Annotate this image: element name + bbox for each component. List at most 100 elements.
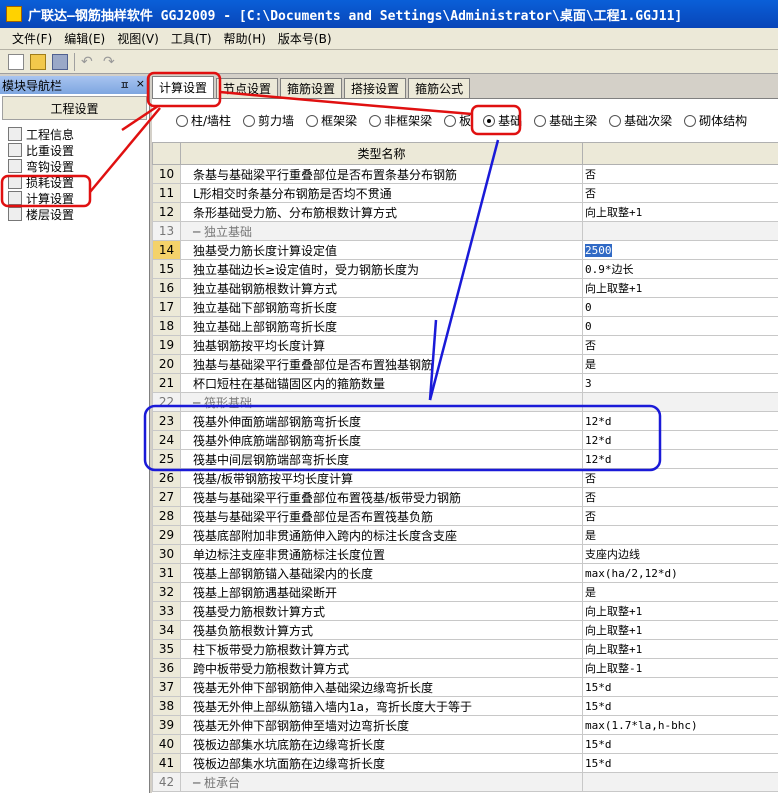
row-value[interactable]: 否: [582, 506, 778, 526]
undo-icon[interactable]: ↶: [81, 54, 97, 70]
row-value[interactable]: 15*d: [582, 753, 778, 773]
row-value[interactable]: 是: [582, 525, 778, 545]
row-value[interactable]: 12*d: [582, 449, 778, 469]
row-value[interactable]: [582, 392, 778, 412]
table-row[interactable]: 34 筏基负筋根数计算方式 向上取整+1: [152, 620, 778, 640]
row-value[interactable]: 12*d: [582, 411, 778, 431]
table-row[interactable]: 37 筏基无外伸下部钢筋伸入基础梁边缘弯折长度 15*d: [152, 677, 778, 697]
nav-item-calc-settings[interactable]: 计算设置: [8, 190, 149, 206]
row-value[interactable]: 15*d: [582, 696, 778, 716]
row-value[interactable]: 否: [582, 335, 778, 355]
table-row[interactable]: 24 筏基外伸底筋端部钢筋弯折长度 12*d: [152, 430, 778, 450]
row-value[interactable]: 12*d: [582, 430, 778, 450]
tab-lap-settings[interactable]: 搭接设置: [344, 78, 407, 98]
table-row[interactable]: 23 筏基外伸面筋端部钢筋弯折长度 12*d: [152, 411, 778, 431]
table-row[interactable]: 14 独基受力筋长度计算设定值 2500: [152, 240, 778, 260]
row-value[interactable]: 向上取整-1: [582, 658, 778, 678]
row-value[interactable]: 向上取整+1: [582, 278, 778, 298]
row-value[interactable]: 向上取整+1: [582, 202, 778, 222]
table-row[interactable]: 21 杯口短柱在基础锚固区内的箍筋数量 3: [152, 373, 778, 393]
radio-masonry[interactable]: 砌体结构: [684, 112, 747, 129]
row-value[interactable]: [582, 221, 778, 241]
table-row[interactable]: 28 筏基与基础梁平行重叠部位是否布置筏基负筋否: [152, 506, 778, 526]
row-value[interactable]: 是: [582, 582, 778, 602]
menu-help[interactable]: 帮助(H): [218, 30, 272, 47]
table-row[interactable]: 35 柱下板带受力筋根数计算方式 向上取整+1: [152, 639, 778, 659]
table-row[interactable]: 25 筏基中间层钢筋端部弯折长度 12*d: [152, 449, 778, 469]
table-row[interactable]: 10 条基与基础梁平行重叠部位是否布置条基分布钢筋否: [152, 164, 778, 184]
menu-edit[interactable]: 编辑(E): [58, 30, 111, 47]
close-icon[interactable]: ×: [136, 77, 145, 93]
table-row[interactable]: 19 独基钢筋按平均长度计算否: [152, 335, 778, 355]
radio-foundation-secondary-beam[interactable]: 基础次梁: [609, 112, 672, 129]
radio-non-frame-beam[interactable]: 非框架梁: [369, 112, 432, 129]
table-row[interactable]: 27 筏基与基础梁平行重叠部位布置筏基/板带受力钢筋否: [152, 487, 778, 507]
redo-icon[interactable]: ↷: [103, 54, 119, 70]
table-row[interactable]: 30 单边标注支座非贯通筋标注长度位置 支座内边线: [152, 544, 778, 564]
radio-frame-beam[interactable]: 框架梁: [306, 112, 357, 129]
table-row[interactable]: 29 筏基底部附加非贯通筋伸入跨内的标注长度含支座是: [152, 525, 778, 545]
table-row[interactable]: 38 筏基无外伸上部纵筋锚入墙内1a，弯折长度大于等于 15*d: [152, 696, 778, 716]
table-row[interactable]: 32 筏基上部钢筋遇基础梁断开是: [152, 582, 778, 602]
row-value[interactable]: max(ha/2,12*d): [582, 563, 778, 583]
row-value[interactable]: 否: [582, 164, 778, 184]
row-value[interactable]: 0: [582, 297, 778, 317]
menu-view[interactable]: 视图(V): [111, 30, 165, 47]
menu-version[interactable]: 版本号(B): [272, 30, 338, 47]
row-value[interactable]: max(1.7*la,h-bhc): [582, 715, 778, 735]
tab-stirrup-formula[interactable]: 箍筋公式: [408, 78, 471, 98]
table-row[interactable]: 12 条形基础受力筋、分布筋根数计算方式 向上取整+1: [152, 202, 778, 222]
table-row[interactable]: 18 独立基础上部钢筋弯折长度 0: [152, 316, 778, 336]
pin-icon[interactable]: ㅍ: [120, 77, 130, 93]
row-value[interactable]: 2500: [582, 240, 778, 260]
table-row[interactable]: 41 筏板边部集水坑面筋在边缘弯折长度 15*d: [152, 753, 778, 773]
table-row[interactable]: 40 筏板边部集水坑底筋在边缘弯折长度 15*d: [152, 734, 778, 754]
row-value[interactable]: 0.9*边长: [582, 259, 778, 279]
row-value[interactable]: 否: [582, 183, 778, 203]
table-row[interactable]: 17 独立基础下部钢筋弯折长度 0: [152, 297, 778, 317]
menu-tools[interactable]: 工具(T): [165, 30, 218, 47]
row-value[interactable]: 3: [582, 373, 778, 393]
group-row[interactable]: 22筏形基础: [152, 392, 778, 412]
radio-foundation-main-beam[interactable]: 基础主梁: [534, 112, 597, 129]
row-value[interactable]: 是: [582, 354, 778, 374]
table-row[interactable]: 33 筏基受力筋根数计算方式 向上取整+1: [152, 601, 778, 621]
group-row[interactable]: 42桩承台: [152, 772, 778, 792]
row-value[interactable]: 15*d: [582, 734, 778, 754]
row-value[interactable]: 0: [582, 316, 778, 336]
save-icon[interactable]: [52, 53, 68, 70]
open-folder-icon[interactable]: [30, 53, 46, 70]
nav-section-project-settings[interactable]: 工程设置: [2, 96, 147, 120]
table-row[interactable]: 36 跨中板带受力筋根数计算方式 向上取整-1: [152, 658, 778, 678]
nav-item-density[interactable]: 比重设置: [8, 142, 149, 158]
tab-calc-settings[interactable]: 计算设置: [152, 76, 215, 98]
row-value[interactable]: 向上取整+1: [582, 620, 778, 640]
nav-item-loss[interactable]: 损耗设置: [8, 174, 149, 190]
tab-node-settings[interactable]: 节点设置: [216, 78, 279, 98]
menu-file[interactable]: 文件(F): [6, 30, 58, 47]
radio-slab[interactable]: 板: [444, 112, 471, 129]
row-value[interactable]: 支座内边线: [582, 544, 778, 564]
nav-item-hook[interactable]: 弯钩设置: [8, 158, 149, 174]
row-value[interactable]: 向上取整+1: [582, 639, 778, 659]
nav-item-floor-settings[interactable]: 楼层设置: [8, 206, 149, 222]
nav-item-project-info[interactable]: 工程信息: [8, 126, 149, 142]
table-row[interactable]: 31 筏基上部钢筋锚入基础梁内的长度 max(ha/2,12*d): [152, 563, 778, 583]
row-value[interactable]: 向上取整+1: [582, 601, 778, 621]
radio-column[interactable]: 柱/墙柱: [176, 112, 231, 129]
tab-stirrup-settings[interactable]: 箍筋设置: [280, 78, 343, 98]
table-row[interactable]: 39 筏基无外伸下部钢筋伸至墙对边弯折长度 max(1.7*la,h-bhc): [152, 715, 778, 735]
row-value[interactable]: 15*d: [582, 677, 778, 697]
table-row[interactable]: 20 独基与基础梁平行重叠部位是否布置独基钢筋是: [152, 354, 778, 374]
row-value[interactable]: [582, 772, 778, 792]
group-row[interactable]: 13独立基础: [152, 221, 778, 241]
table-row[interactable]: 26 筏基/板带钢筋按平均长度计算否: [152, 468, 778, 488]
new-file-icon[interactable]: [8, 53, 24, 70]
table-row[interactable]: 15 独立基础边长≥设定值时，受力钢筋长度为 0.9*边长: [152, 259, 778, 279]
row-value[interactable]: 否: [582, 487, 778, 507]
table-row[interactable]: 11 L形相交时条基分布钢筋是否均不贯通否: [152, 183, 778, 203]
radio-shear-wall[interactable]: 剪力墙: [243, 112, 294, 129]
row-value[interactable]: 否: [582, 468, 778, 488]
radio-foundation[interactable]: 基础: [483, 112, 522, 129]
table-row[interactable]: 16 独立基础钢筋根数计算方式 向上取整+1: [152, 278, 778, 298]
